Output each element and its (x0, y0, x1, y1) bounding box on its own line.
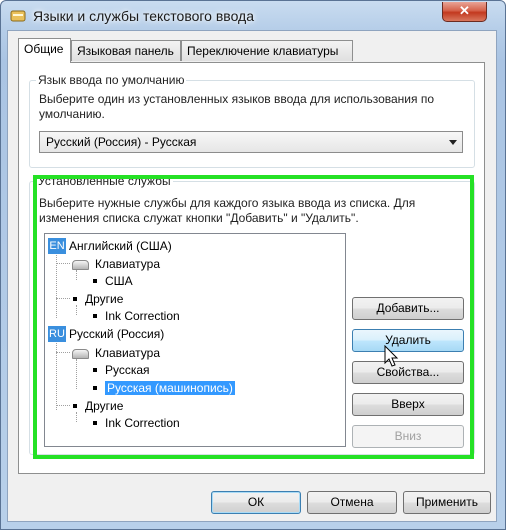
tree-node-label: Другие (85, 292, 124, 306)
tree-line (56, 405, 70, 406)
bullet-icon (73, 404, 77, 408)
tree-line (56, 250, 57, 318)
en-flag-icon: EN (48, 238, 66, 254)
tree-node-label: Русский (Россия) (69, 327, 165, 341)
tree-node-label: Английский (США) (69, 239, 172, 253)
tree-node-ru-ink[interactable]: Ink Correction (93, 415, 180, 431)
default-language-description: Выберите один из установленных языков вв… (39, 92, 435, 121)
cancel-button[interactable]: Отмена (307, 491, 397, 514)
tab-general[interactable]: Общие (18, 38, 71, 63)
ru-flag-icon: RU (48, 326, 66, 342)
tree-node-en-us[interactable]: США (93, 273, 133, 289)
installed-services-label: Установленные службы (36, 174, 173, 188)
keyboard-icon (72, 260, 89, 270)
tree-node-label: Русская (105, 363, 150, 377)
tree-node-en-keyboard[interactable]: Клавиатура (72, 256, 160, 272)
bullet-icon (93, 368, 97, 372)
chevron-down-icon[interactable] (449, 140, 457, 145)
close-button[interactable]: ✕ (442, 2, 487, 22)
bullet-icon (93, 314, 97, 318)
bullet-icon (73, 297, 77, 301)
ok-button[interactable]: ОК (211, 491, 301, 514)
title-bar[interactable]: Языки и службы текстового ввода ✕ (1, 1, 506, 31)
tree-line (56, 263, 70, 264)
app-icon (10, 10, 26, 22)
close-icon: ✕ (459, 3, 470, 18)
default-language-label: Язык ввода по умолчанию (36, 73, 187, 87)
bullet-icon (93, 279, 97, 283)
add-button[interactable]: Добавить... (352, 297, 464, 320)
tree-line (56, 352, 70, 353)
tree-node-en-other[interactable]: Другие (73, 291, 123, 307)
default-language-value: Русский (Россия) - Русская (46, 135, 197, 149)
window-title: Языки и службы текстового ввода (33, 8, 255, 24)
tree-line (56, 340, 57, 410)
installed-services-description: Выберите нужные службы для каждого языка… (39, 196, 416, 225)
tree-node-label: Клавиатура (95, 257, 160, 271)
tree-node-label-selected: Русская (машинопись) (105, 381, 235, 395)
tree-node-english[interactable]: EN Английский (США) (48, 238, 172, 254)
tree-node-ru-typewriter[interactable]: Русская (машинопись) (93, 380, 235, 396)
move-up-button[interactable]: Вверх (352, 393, 464, 416)
tree-node-russian[interactable]: RU Русский (Россия) (48, 326, 164, 342)
tree-node-label: Ink Correction (105, 416, 180, 430)
remove-button[interactable]: Удалить (352, 329, 464, 352)
tree-line (56, 298, 70, 299)
properties-button[interactable]: Свойства... (352, 361, 464, 384)
bullet-icon (93, 386, 97, 390)
services-tree[interactable]: EN Английский (США) Клавиатура США Другие… (44, 233, 346, 447)
tree-node-label: Ink Correction (105, 309, 180, 323)
tree-node-ru-keyboard[interactable]: Клавиатура (72, 345, 160, 361)
tree-node-label: США (105, 274, 133, 288)
apply-button[interactable]: Применить (403, 491, 491, 514)
tree-node-ru-russian[interactable]: Русская (93, 362, 150, 378)
mouse-cursor-icon (384, 345, 399, 367)
bullet-icon (93, 421, 97, 425)
keyboard-icon (72, 349, 89, 359)
tab-language-bar[interactable]: Языковая панель (71, 40, 181, 61)
tree-node-label: Другие (85, 399, 124, 413)
tree-node-ru-other[interactable]: Другие (73, 398, 123, 414)
move-down-button[interactable]: Вниз (352, 425, 464, 448)
default-language-select[interactable]: Русский (Россия) - Русская (39, 131, 463, 153)
tree-node-en-ink[interactable]: Ink Correction (93, 308, 180, 324)
tree-line (76, 359, 77, 389)
tab-keyboard-switch[interactable]: Переключение клавиатуры (181, 40, 353, 61)
tree-node-label: Клавиатура (95, 346, 160, 360)
